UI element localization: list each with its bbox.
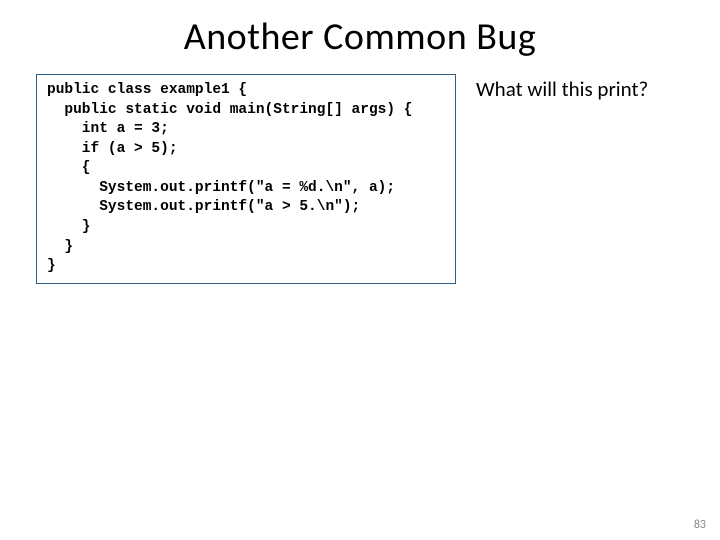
code-line: if (a > 5); xyxy=(47,141,178,157)
code-line: int a = 3; xyxy=(47,121,169,137)
code-line: } xyxy=(47,258,56,274)
code-line: System.out.printf("a > 5.\n"); xyxy=(47,199,360,215)
code-block: public class example1 { public static vo… xyxy=(36,74,456,284)
question-text: What will this print? xyxy=(476,76,648,102)
code-line: public static void main(String[] args) { xyxy=(47,102,412,118)
page-number: 83 xyxy=(694,518,706,532)
code-line: } xyxy=(47,219,91,235)
slide-title: Another Common Bug xyxy=(0,0,720,60)
code-line: { xyxy=(47,160,91,176)
code-line: public class example1 { xyxy=(47,82,247,98)
code-line: } xyxy=(47,239,73,255)
content-row: public class example1 { public static vo… xyxy=(0,74,720,284)
code-line: System.out.printf("a = %d.\n", a); xyxy=(47,180,395,196)
slide: Another Common Bug public class example1… xyxy=(0,0,720,540)
